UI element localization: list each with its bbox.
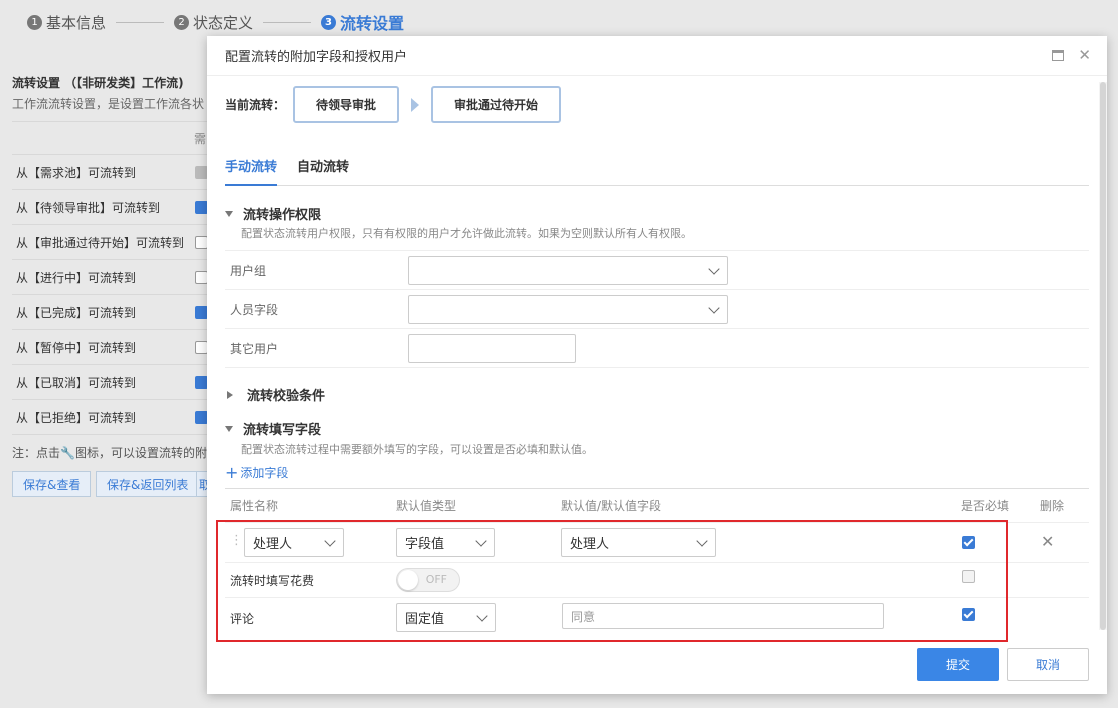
bg-page-desc: 工作流流转设置，是设置工作流各状 [12, 97, 205, 111]
step-number: 2 [174, 14, 190, 30]
bg-transition-row: 从【审批通过待开始】可流转到 [12, 225, 208, 259]
save-back-button[interactable]: 保存&返回列表 [96, 471, 200, 497]
to-state-box: 审批通过待开始 [431, 86, 562, 123]
current-flow: 当前流转： 待领导审批 审批通过待开始 [225, 86, 562, 123]
step-divider [116, 21, 165, 23]
note-text: 图标，可以设置流转的附 [74, 446, 207, 460]
divider [225, 367, 1089, 368]
from-state-box: 待领导审批 [293, 86, 400, 123]
section-title: 流转校验条件 [247, 389, 326, 404]
section-title: 流转填写字段 [243, 423, 322, 438]
submit-button[interactable]: 提交 [917, 648, 999, 681]
person-field-row: 人员字段 [225, 289, 1089, 328]
save-view-button[interactable]: 保存&查看 [12, 471, 92, 497]
step-divider [263, 21, 312, 23]
transition-label: 从【待领导审批】可流转到 [16, 200, 161, 215]
fields-table-header: 属性名称 默认值类型 默认值/默认值字段 是否必填 删除 [225, 488, 1089, 522]
flow-tabs: 手动流转 自动流转 [225, 150, 1089, 186]
step-label: 流转设置 [340, 14, 405, 33]
dialog-title: 配置流转的附加字段和授权用户 [225, 50, 408, 65]
step-basic-info[interactable]: 1 基本信息 [27, 12, 106, 33]
step-state-definition[interactable]: 2 状态定义 [174, 12, 253, 33]
step-number: 1 [27, 14, 42, 30]
plus-icon: + [225, 462, 239, 482]
other-users-label: 其它用户 [230, 341, 279, 356]
transition-label: 从【进行中】可流转到 [16, 270, 137, 285]
col-attr-name: 属性名称 [230, 499, 279, 513]
step-label: 基本信息 [46, 13, 107, 32]
bg-transition-row: 从【待领导审批】可流转到 [12, 190, 208, 224]
divider [12, 434, 208, 435]
current-flow-label: 当前流转： [225, 98, 286, 112]
bg-transition-row: 从【已取消】可流转到 [12, 365, 208, 399]
transition-label: 从【暂停中】可流转到 [16, 340, 137, 355]
caret-right-icon [227, 390, 233, 399]
transition-label: 从【审批通过待开始】可流转到 [16, 235, 185, 250]
user-group-select[interactable] [408, 255, 728, 285]
add-field-label: 添加字段 [240, 466, 289, 480]
arrow-right-icon [411, 97, 420, 112]
col-default-type: 默认值类型 [396, 499, 457, 513]
note-text: 注：点击 [12, 446, 61, 460]
bg-page-title: 流转设置 （【非研发类】工作流) [12, 76, 184, 90]
bg-transition-row: 从【需求池】可流转到 [12, 155, 208, 189]
bg-transition-row: 从【已完成】可流转到 [12, 295, 208, 329]
section-permission-desc: 配置状态流转用户权限，只有有权限的用户才允许做此流转。如果为空则默认所有人有权限… [241, 227, 692, 240]
transition-label: 从【已取消】可流转到 [16, 375, 137, 390]
step-label: 状态定义 [193, 13, 254, 32]
person-field-label: 人员字段 [230, 302, 279, 317]
bg-note: 注：点击🔧图标，可以设置流转的附 [12, 444, 207, 461]
col-delete: 删除 [1040, 499, 1065, 513]
caret-down-icon [225, 210, 233, 217]
bg-transition-row: 从【进行中】可流转到 [12, 260, 208, 294]
dialog-header: 配置流转的附加字段和授权用户 ✕ [207, 36, 1107, 76]
bg-transition-row: 从【暂停中】可流转到 [12, 330, 208, 364]
transition-label: 从【需求池】可流转到 [16, 165, 137, 180]
bg-col-header: 需 [194, 132, 207, 146]
caret-down-icon [225, 425, 233, 432]
flow-config-dialog: 配置流转的附加字段和授权用户 ✕ 当前流转： 待领导审批 审批通过待开始 手动流… [207, 36, 1107, 694]
user-group-label: 用户组 [230, 263, 267, 278]
other-users-input[interactable] [408, 333, 576, 363]
bg-transition-row: 从【已拒绝】可流转到 [12, 400, 208, 434]
chevron-down-icon [708, 301, 720, 314]
delete-icon[interactable]: ✕ [1041, 532, 1054, 551]
section-fields-header[interactable]: 流转填写字段 [225, 419, 321, 438]
chevron-down-icon [708, 262, 720, 275]
add-field-button[interactable]: + 添加字段 [225, 464, 288, 481]
section-validation-header[interactable]: 流转校验条件 [225, 385, 325, 404]
step-number: 3 [321, 14, 337, 30]
tab-manual-flow[interactable]: 手动流转 [225, 150, 278, 186]
user-group-row: 用户组 [225, 250, 1089, 289]
other-users-row: 其它用户 [225, 328, 1089, 367]
transition-label: 从【已拒绝】可流转到 [16, 410, 137, 425]
stepper: 1 基本信息 2 状态定义 3 流转设置 [27, 10, 404, 34]
close-icon[interactable]: ✕ [1078, 47, 1091, 63]
section-permission-header[interactable]: 流转操作权限 [225, 204, 321, 223]
section-fields-desc: 配置状态流转过程中需要额外填写的字段，可以设置是否必填和默认值。 [241, 443, 593, 456]
divider [12, 121, 208, 122]
col-default-value: 默认值/默认值字段 [561, 499, 662, 513]
highlight-box [216, 520, 1008, 642]
step-flow-settings[interactable]: 3 流转设置 [321, 10, 404, 34]
tab-auto-flow[interactable]: 自动流转 [297, 150, 349, 185]
wrench-icon: 🔧 [60, 446, 75, 460]
scrollbar-thumb[interactable] [1100, 82, 1106, 630]
scrollbar[interactable] [1099, 82, 1107, 630]
person-field-select[interactable] [408, 294, 728, 324]
cancel-button[interactable]: 取消 [1007, 648, 1089, 681]
section-title: 流转操作权限 [243, 208, 322, 223]
transition-label: 从【已完成】可流转到 [16, 305, 137, 320]
col-required: 是否必填 [961, 499, 1010, 513]
maximize-icon[interactable] [1052, 50, 1065, 61]
